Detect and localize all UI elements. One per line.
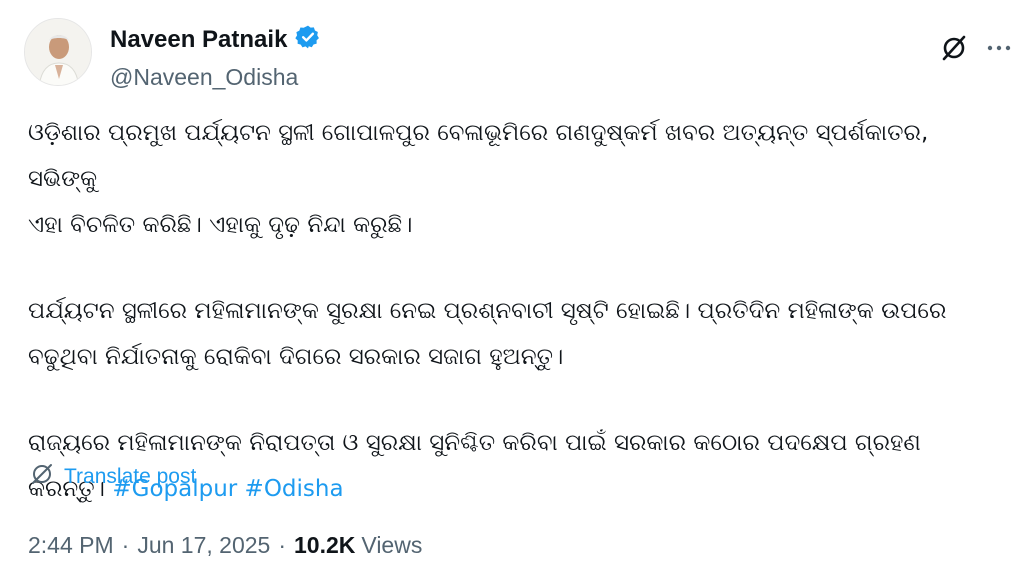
meta-separator-2: · [278,532,287,558]
author-name[interactable]: Naveen Patnaik [110,26,287,54]
post-paragraph-2: ପର୍ଯ୍ୟଟନ ସ୍ଥଳୀରେ ମହିଳାମାନଙ୍କ ସୁରକ୍ଷା ନେଇ… [28,298,947,370]
post-paragraph-1: ଓଡ଼ିଶାର ପ୍ରମୁଖ ପର୍ଯ୍ୟଟନ ସ୍ଥଳୀ ଗୋପାଳପୁର ବ… [28,120,929,238]
avatar-photo [25,19,91,85]
views-count[interactable]: 10.2K [294,532,355,559]
grok-icon[interactable] [940,34,968,62]
post-header: Naveen Patnaik @Naveen_Odisha [24,16,1011,91]
views-label: Views [361,532,423,558]
post-time[interactable]: 2:44 PM [28,532,114,559]
translate-label: Translate post [64,464,197,488]
author-handle[interactable]: @Naveen_Odisha [110,63,321,91]
avatar[interactable] [24,18,92,86]
translate-icon [30,462,54,491]
meta-separator-1: · [121,532,130,558]
author-info: Naveen Patnaik @Naveen_Odisha [110,24,321,91]
name-row: Naveen Patnaik [110,24,321,55]
post-meta: 2:44 PM · Jun 17, 2025 · 10.2K Views [28,532,422,559]
post-text: ଓଡ଼ିଶାର ପ୍ରମୁଖ ପର୍ଯ୍ୟଟନ ସ୍ଥଳୀ ଗୋପାଳପୁର ବ… [28,110,1004,512]
post-date[interactable]: Jun 17, 2025 [137,532,270,559]
verified-badge-icon [295,24,321,55]
translate-post-button[interactable]: Translate post [30,462,196,491]
hashtag-odisha[interactable]: #Odisha [245,476,344,502]
more-icon[interactable] [982,32,1016,62]
